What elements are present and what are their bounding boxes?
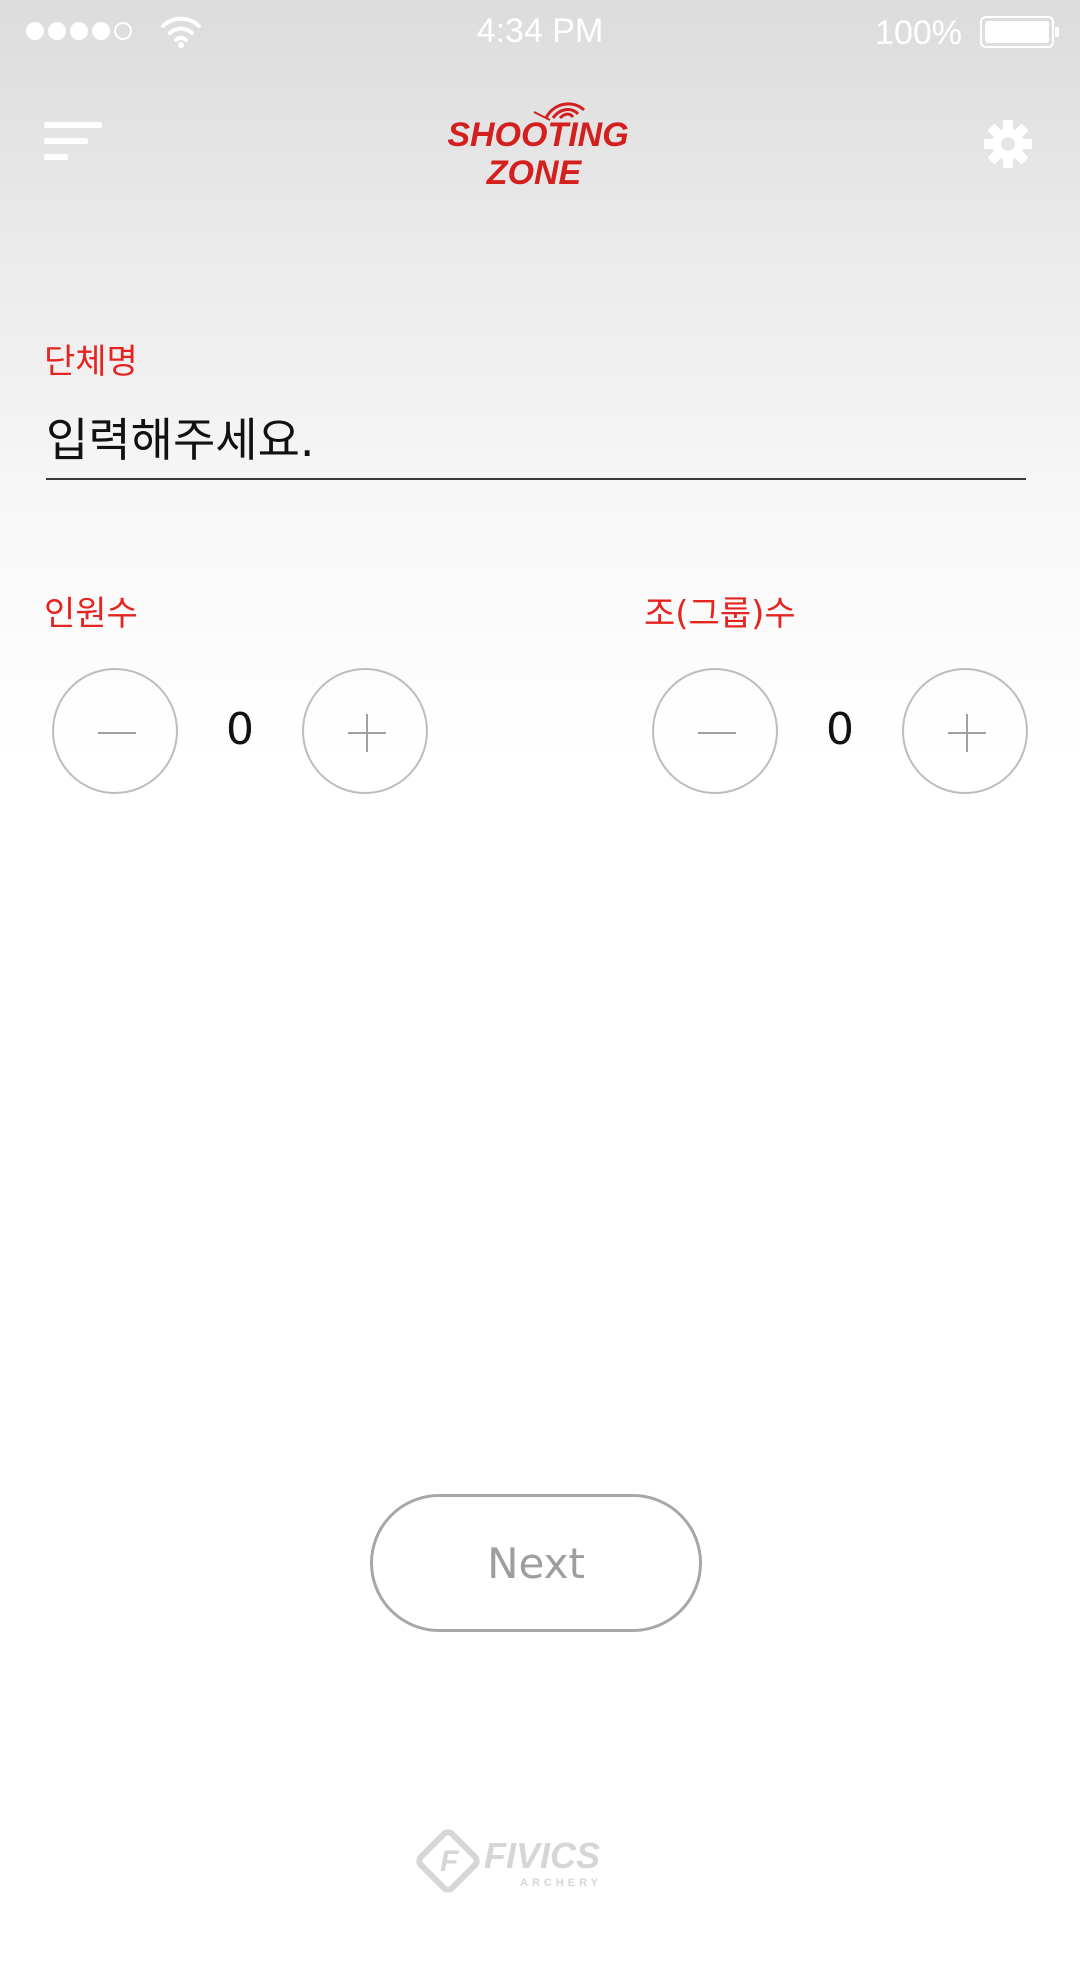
minus-icon [698,732,736,734]
shooting-zone-logo: SHOOTING ZONE [447,102,629,192]
logo-line2: ZONE [486,154,583,192]
group-name-label: 단체명 [44,342,138,382]
settings-button[interactable] [982,118,1034,170]
plus-icon [948,714,986,752]
people-increment-button[interactable] [302,668,428,794]
group-increment-button[interactable] [902,668,1028,794]
logo-line1: SHOOTING [447,116,628,154]
battery-percent: 100% [875,14,962,52]
footer-sub: ARCHERY [520,1877,602,1889]
group-name-input[interactable] [46,402,1026,480]
group-decrement-button[interactable] [652,668,778,794]
people-decrement-button[interactable] [52,668,178,794]
svg-text:F: F [440,1845,459,1878]
footer-brand: FIVICS [484,1835,600,1876]
battery-icon [980,16,1059,48]
plus-icon [348,714,386,752]
menu-icon [44,122,102,128]
next-button[interactable]: Next [370,1494,702,1632]
group-count-label: 조(그룹)수 [644,594,796,634]
minus-icon [98,732,136,734]
fivics-archery-logo: F FIVICS ARCHERY [416,1829,602,1893]
gear-icon [984,120,1032,168]
people-count-value: 0 [226,704,254,755]
status-bar: 4:34 PM 100% [0,0,1080,64]
group-count-value: 0 [826,704,854,755]
people-count-label: 인원수 [44,594,138,634]
menu-button[interactable] [44,120,106,164]
